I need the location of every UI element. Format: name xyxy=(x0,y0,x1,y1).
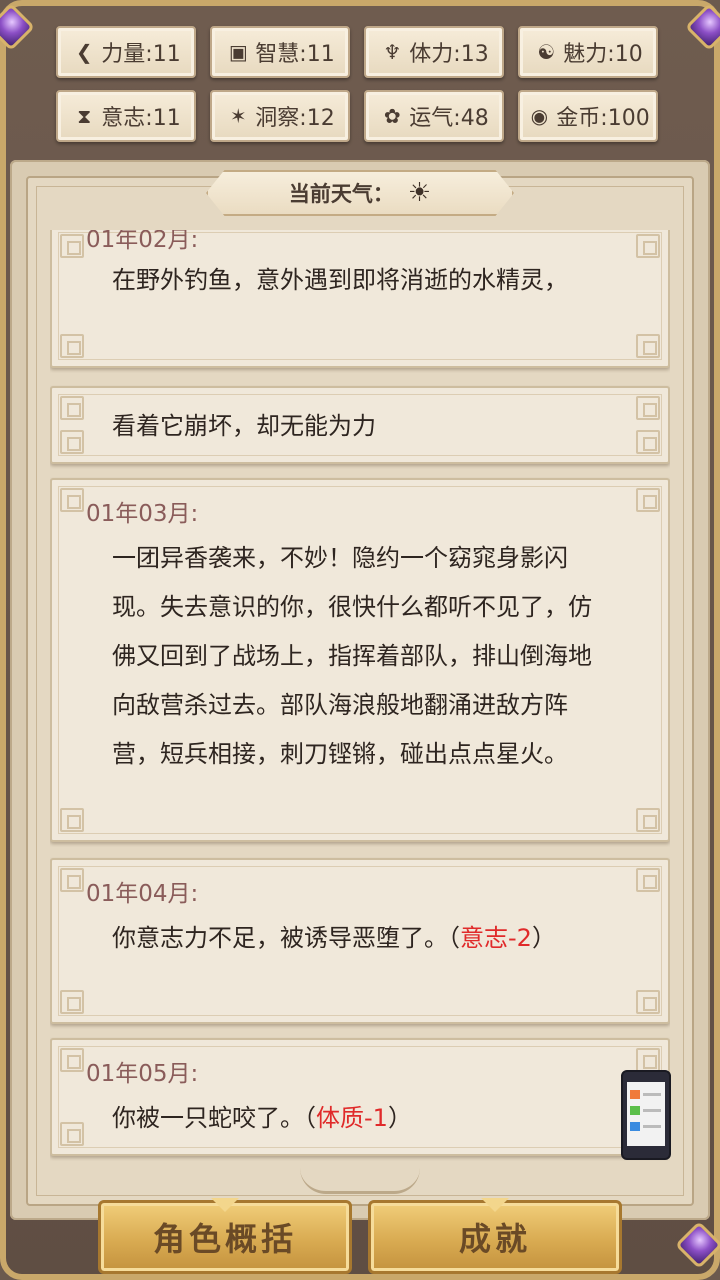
corner-knot-icon xyxy=(60,488,84,512)
stat-label: 力量:11 xyxy=(101,42,181,67)
stat-charm: ☯ 魅力:10 xyxy=(518,26,658,78)
entry-text: 看着它崩坏，却无能为力 xyxy=(112,412,376,440)
coin-icon: ◉ xyxy=(530,104,549,128)
corner-knot-icon xyxy=(60,1048,84,1072)
entry-text: 你被一只蛇咬了。（体质-1） xyxy=(112,1094,612,1143)
stat-will: ⧗ 意志:11 xyxy=(56,90,196,142)
clover-icon: ✿ xyxy=(383,104,401,128)
stat-label: 体力:13 xyxy=(409,42,489,67)
stat-label: 洞察:12 xyxy=(255,106,335,131)
stat-label: 魅力:10 xyxy=(563,42,643,67)
corner-knot-icon xyxy=(636,234,660,258)
app-icon xyxy=(630,1106,640,1115)
corner-knot-icon xyxy=(636,990,660,1014)
stat-wisdom: ▣ 智慧:11 xyxy=(210,26,350,78)
corner-knot-icon xyxy=(60,1122,84,1146)
log-entry: 01年04月: 你意志力不足，被诱导恶堕了。（意志-2） xyxy=(50,858,670,1024)
event-log[interactable]: 01年02月: 在野外钓鱼，意外遇到即将消逝的水精灵， 看着它崩坏，却无能为力 … xyxy=(50,230,670,1170)
entry-text-part: ） xyxy=(531,924,556,952)
entry-text: 在野外钓鱼，意外遇到即将消逝的水精灵， xyxy=(112,266,568,294)
corner-knot-icon xyxy=(60,234,84,258)
stat-label: 运气:48 xyxy=(409,106,489,131)
stat-gold: ◉ 金币:100 xyxy=(518,90,658,142)
entry-text-part: ） xyxy=(387,1104,412,1132)
corner-knot-icon xyxy=(60,808,84,832)
stat-insight: ✶ 洞察:12 xyxy=(210,90,350,142)
app-line xyxy=(643,1125,661,1128)
corner-knot-icon xyxy=(60,430,84,454)
corner-knot-icon xyxy=(60,396,84,420)
phone-icon[interactable] xyxy=(621,1070,671,1160)
corner-knot-icon xyxy=(60,868,84,892)
stats-panel: ❮ 力量:11 ▣ 智慧:11 ♆ 体力:13 ☯ 魅力:10 ⧗ 意志:11 … xyxy=(56,26,666,148)
log-entry: 01年05月: 你被一只蛇咬了。（体质-1） xyxy=(50,1038,670,1156)
corner-knot-icon xyxy=(636,334,660,358)
log-entry: 看着它崩坏，却无能为力 xyxy=(50,386,670,464)
corner-knot-icon xyxy=(636,396,660,420)
corner-knot-icon xyxy=(636,808,660,832)
stat-change-constitution: 体质-1 xyxy=(316,1104,388,1132)
entry-date: 01年02月: xyxy=(86,230,199,253)
log-entry: 01年03月: 一团异香袭来，不妙！隐约一个窈窕身影闪现。失去意识的你，很快什么… xyxy=(50,478,670,842)
person-icon: ♆ xyxy=(383,40,402,64)
entry-date: 01年05月: xyxy=(86,1061,199,1087)
weather-label: 当前天气： xyxy=(288,182,394,206)
entry-date: 01年03月: xyxy=(86,501,199,527)
corner-knot-icon xyxy=(636,868,660,892)
stat-label: 意志:11 xyxy=(101,106,181,131)
entry-text-part: 你意志力不足，被诱导恶堕了。（ xyxy=(112,924,460,952)
fist-icon: ❮ xyxy=(75,40,93,64)
sun-icon: ☀ xyxy=(407,178,432,208)
eagle-icon: ✶ xyxy=(229,104,247,128)
entry-text: 你意志力不足，被诱导恶堕了。（意志-2） xyxy=(112,914,612,963)
app-line xyxy=(643,1093,661,1096)
corner-knot-icon xyxy=(636,430,660,454)
stat-label: 智慧:11 xyxy=(255,42,335,67)
bottom-ornament xyxy=(300,1168,420,1194)
app-icon xyxy=(630,1122,640,1131)
corner-knot-icon xyxy=(60,990,84,1014)
entry-text-part: 你被一只蛇咬了。（ xyxy=(112,1104,316,1132)
corner-knot-icon xyxy=(60,334,84,358)
log-entry: 01年02月: 在野外钓鱼，意外遇到即将消逝的水精灵， xyxy=(50,230,670,368)
app-icon xyxy=(630,1090,640,1099)
entry-text: 一团异香袭来，不妙！隐约一个窈窕身影闪现。失去意识的你，很快什么都听不见了，仿佛… xyxy=(112,544,592,768)
phone-screen xyxy=(627,1082,665,1146)
book-icon: ▣ xyxy=(228,40,248,64)
stat-change-will: 意志-2 xyxy=(460,924,532,952)
app-line xyxy=(643,1109,661,1112)
entry-date: 01年04月: xyxy=(86,881,199,907)
weather-banner: 当前天气： ☀ xyxy=(206,170,514,216)
corner-knot-icon xyxy=(636,488,660,512)
stat-stamina: ♆ 体力:13 xyxy=(364,26,504,78)
stat-luck: ✿ 运气:48 xyxy=(364,90,504,142)
charm-icon: ☯ xyxy=(537,40,556,64)
hourglass-icon: ⧗ xyxy=(77,104,92,128)
stat-strength: ❮ 力量:11 xyxy=(56,26,196,78)
stat-label: 金币:100 xyxy=(556,106,650,131)
corner-knot-icon xyxy=(636,1048,660,1072)
